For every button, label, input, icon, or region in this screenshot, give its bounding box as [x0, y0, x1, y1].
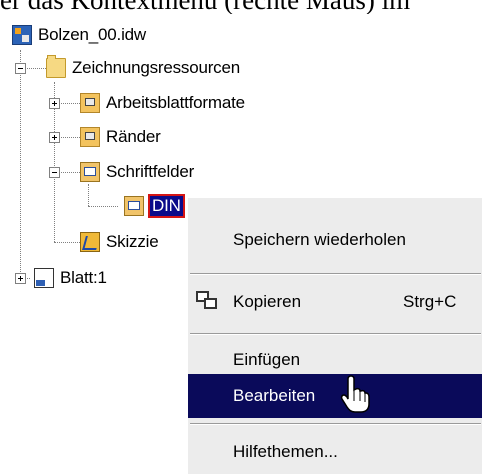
expand-toggle-icon[interactable] — [49, 132, 60, 143]
resource-folder-icon — [80, 162, 100, 182]
collapse-toggle-icon[interactable] — [49, 167, 60, 178]
tree-item-skizzierte-symbole[interactable]: Skizzie — [80, 227, 159, 257]
menu-separator — [190, 333, 481, 335]
tree-item-label-selected: DIN — [148, 194, 185, 218]
folder-icon — [46, 55, 66, 78]
tree-item-label: Zeichnungsressourcen — [72, 58, 240, 77]
sketch-symbol-icon — [80, 232, 100, 252]
tree-item-label: Ränder — [106, 127, 161, 146]
menu-item-label: Einfügen — [233, 350, 301, 369]
tree-item-zeichnungsressourcen[interactable]: Zeichnungsressourcen — [46, 53, 240, 83]
tree-item-label: Skizzie — [106, 232, 159, 251]
tree-item-arbeitsblattformate[interactable]: Arbeitsblattformate — [80, 88, 245, 118]
menu-item-shortcut: Strg+C — [403, 292, 457, 311]
menu-item-bearbeiten[interactable]: Bearbeiten — [188, 374, 482, 418]
tree-item-din[interactable]: DIN — [124, 191, 185, 221]
tree-item-label: Bolzen_00.idw — [38, 25, 146, 44]
menu-item-hilfethemen[interactable]: Hilfethemen... — [188, 430, 482, 474]
title-block-icon — [124, 196, 144, 216]
tree-connector — [88, 184, 89, 206]
copy-icon — [196, 291, 220, 313]
menu-item-label: Hilfethemen... — [233, 442, 338, 461]
context-menu: Speichern wiederholen Kopieren Strg+C Ei… — [187, 197, 482, 474]
menu-item-label: Speichern wiederholen — [233, 230, 406, 249]
tree-item-label: Schriftfelder — [106, 162, 195, 181]
expand-toggle-icon[interactable] — [49, 98, 60, 109]
tree-item-bolzen-idw[interactable]: Bolzen_00.idw — [12, 20, 146, 50]
tree-item-schriftfelder[interactable]: Schriftfelder — [80, 157, 194, 187]
tree-item-label: Arbeitsblattformate — [106, 93, 245, 112]
menu-separator — [190, 273, 481, 275]
hand-cursor-icon — [340, 375, 370, 413]
tree-item-label: Blatt:1 — [60, 268, 107, 287]
menu-separator — [190, 423, 481, 425]
tree-connector — [88, 206, 118, 207]
drawing-document-icon — [12, 25, 32, 45]
menu-item-label: Kopieren — [233, 292, 302, 311]
menu-item-kopieren[interactable]: Kopieren Strg+C — [188, 280, 482, 324]
menu-item-label: Bearbeiten — [233, 386, 316, 405]
resource-folder-icon — [80, 93, 100, 113]
expand-toggle-icon[interactable] — [15, 273, 26, 284]
tree-item-blatt-1[interactable]: Blatt:1 — [34, 263, 107, 293]
tree-item-raender[interactable]: Ränder — [80, 122, 161, 152]
menu-item-speichern-wiederholen[interactable]: Speichern wiederholen — [188, 218, 482, 262]
sheet-icon — [34, 268, 54, 288]
collapse-toggle-icon[interactable] — [15, 63, 26, 74]
resource-folder-icon — [80, 127, 100, 147]
tree-connector — [20, 50, 21, 278]
